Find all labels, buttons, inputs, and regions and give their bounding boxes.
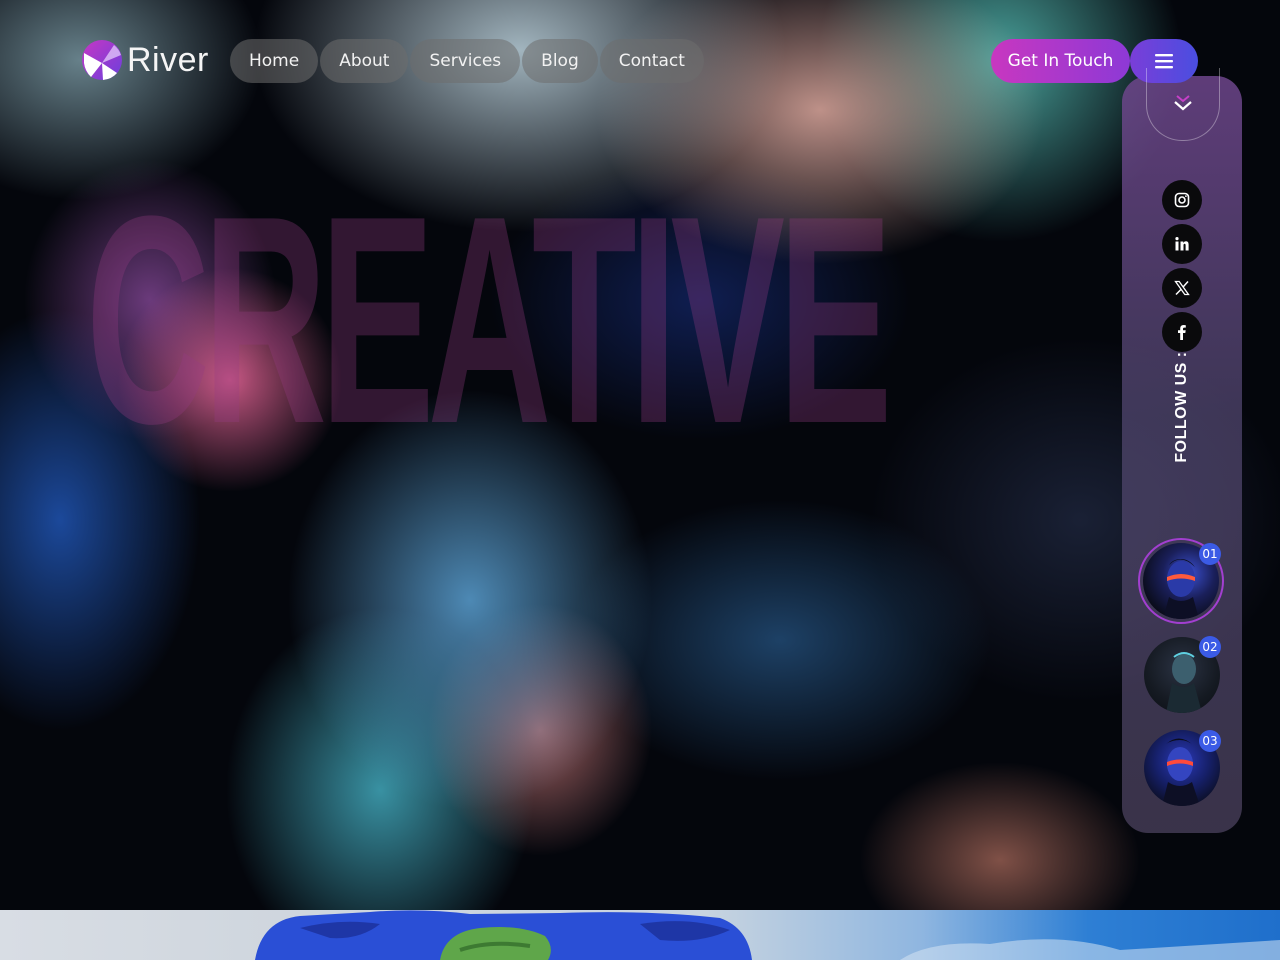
slide-number-badge-1: 01	[1199, 543, 1221, 565]
hero-background: CREATIVE	[0, 0, 1280, 910]
x-twitter-icon	[1174, 280, 1190, 296]
facebook-link[interactable]	[1162, 312, 1202, 352]
logo-mark-icon	[82, 40, 122, 80]
brand-logo[interactable]: River	[81, 39, 209, 81]
nav-item-contact[interactable]: Contact	[599, 39, 704, 83]
linkedin-link[interactable]	[1162, 224, 1202, 264]
next-section-artwork	[255, 910, 1280, 960]
nav-item-about[interactable]: About	[320, 39, 409, 83]
nav-item-home[interactable]: Home	[230, 39, 319, 83]
slide-number-badge-3: 03	[1199, 730, 1221, 752]
follow-us-label: FOLLOW US :	[1173, 351, 1190, 463]
instagram-link[interactable]	[1162, 180, 1202, 220]
next-section-preview	[0, 910, 1280, 960]
get-in-touch-button[interactable]: Get In Touch	[991, 39, 1130, 83]
hero-headline: CREATIVE	[86, 154, 893, 485]
chevron-down-icon	[1174, 95, 1192, 111]
instagram-icon	[1174, 192, 1190, 208]
slide-number-badge-2: 02	[1199, 636, 1221, 658]
x-twitter-link[interactable]	[1162, 268, 1202, 308]
hamburger-icon	[1155, 54, 1173, 69]
brand-name: River	[127, 40, 209, 79]
linkedin-icon	[1175, 237, 1189, 251]
facebook-icon	[1178, 325, 1186, 340]
main-nav: Home About Services Blog Contact	[230, 39, 704, 83]
scroll-down-button[interactable]	[1146, 68, 1220, 141]
nav-item-blog[interactable]: Blog	[522, 39, 598, 83]
nav-item-services[interactable]: Services	[410, 39, 521, 83]
